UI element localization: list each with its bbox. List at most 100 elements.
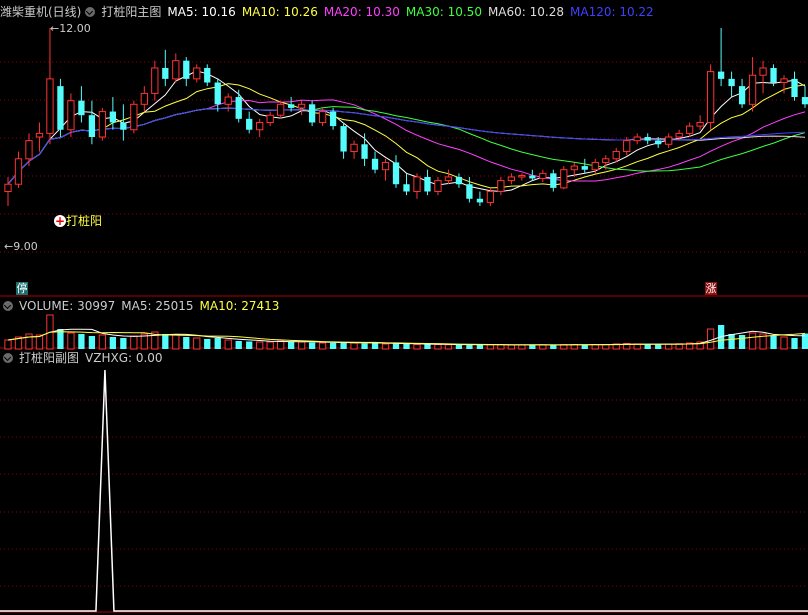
- volume-ma10: MA10: 27413: [199, 299, 280, 313]
- candle-body: [392, 162, 400, 185]
- volume-bar: [204, 339, 211, 349]
- candle-body: [529, 175, 536, 179]
- ma10-label: MA10: 10.26: [241, 5, 318, 19]
- volume-bar: [287, 341, 295, 349]
- volume-bar: [550, 345, 557, 349]
- volume-bar: [413, 344, 421, 350]
- signal-label: 打桩阳: [66, 214, 103, 228]
- candle-body: [455, 176, 463, 185]
- volume-bar: [706, 328, 715, 350]
- sub-dropdown-icon[interactable]: [3, 353, 13, 363]
- volume-bar: [67, 332, 75, 350]
- candle-body: [539, 172, 547, 179]
- volume-bar: [455, 344, 463, 349]
- volume-bar: [518, 344, 526, 350]
- volume-bar: [403, 344, 410, 349]
- volume-bar: [444, 344, 453, 350]
- volume-bar: [361, 343, 368, 349]
- volume-bar: [25, 333, 33, 350]
- stock-name: 潍柴重机(日线): [0, 5, 82, 19]
- candle-body: [685, 125, 694, 134]
- volume-ma10-line: [7, 331, 806, 346]
- volume-bar: [277, 340, 285, 350]
- candle-body: [329, 111, 337, 127]
- volume-bar: [235, 341, 242, 349]
- candle-body: [570, 165, 578, 171]
- candle-body: [706, 71, 715, 123]
- sub-signal-line: [0, 369, 808, 612]
- candle-body: [633, 136, 641, 142]
- candle-body: [748, 74, 757, 105]
- volume-bar: [486, 344, 495, 350]
- candle-body: [444, 176, 453, 182]
- main-panel-header: 潍柴重机(日线) 打桩阳主图 MA5: 10.16 MA10: 10.26 MA20: …: [0, 4, 660, 20]
- candle-body: [623, 140, 631, 153]
- volume-dropdown-icon[interactable]: [3, 301, 13, 311]
- candle-body: [497, 180, 505, 193]
- candle-body: [413, 176, 421, 192]
- volume-bar: [424, 344, 431, 349]
- volume-bar: [529, 345, 536, 349]
- candle-body: [361, 144, 368, 159]
- volume-bar: [748, 332, 757, 350]
- candle-body: [14, 158, 23, 185]
- volume-bar: [381, 343, 390, 350]
- volume-bar: [4, 339, 12, 350]
- candle-body: [644, 137, 651, 141]
- volume-bar: [130, 335, 138, 350]
- volume-bar: [329, 343, 337, 349]
- candle-body: [591, 161, 599, 171]
- candle-body: [791, 78, 798, 98]
- volume-bar: [655, 344, 662, 349]
- candle-body: [518, 175, 526, 178]
- candle-body: [130, 103, 138, 131]
- candle-body: [46, 78, 54, 134]
- candle-body: [98, 111, 107, 138]
- ma20-line: [7, 99, 806, 185]
- volume-bar: [98, 334, 107, 350]
- volume-panel-header: VOLUME: 30997 MA5: 25015 MA10: 27413: [0, 298, 285, 314]
- candle-body: [246, 118, 253, 130]
- candle-body: [35, 132, 44, 138]
- ma30-label: MA30: 10.50: [405, 5, 482, 19]
- volume-bar: [266, 341, 274, 350]
- volume-bar: [728, 334, 735, 349]
- volume-bar: [246, 341, 253, 349]
- candle-body: [297, 103, 306, 109]
- volume-bar: [791, 338, 798, 349]
- indicator-dropdown-icon[interactable]: [85, 7, 96, 17]
- candle-body: [235, 97, 242, 119]
- candle-body: [466, 184, 473, 199]
- ma120-label: MA120: 10.22: [570, 5, 654, 19]
- candle-body: [109, 111, 117, 123]
- volume-bar: [476, 345, 484, 349]
- ma60-label: MA60: 10.28: [487, 5, 564, 19]
- candle-body: [266, 114, 274, 123]
- candle-body: [350, 143, 358, 153]
- volume-bar: [507, 344, 516, 350]
- badge-suspend: 停: [16, 282, 28, 295]
- candle-body: [486, 191, 495, 203]
- volume-bar: [78, 334, 85, 349]
- candle-body: [140, 92, 148, 105]
- candle-body: [88, 115, 96, 137]
- low-price-label: ←9.00: [4, 240, 38, 253]
- volume-bar: [183, 337, 190, 349]
- volume-bar: [297, 341, 306, 350]
- volume-bar: [392, 343, 400, 349]
- volume-bar: [318, 342, 327, 350]
- candle-body: [371, 158, 379, 170]
- ma20-label: MA20: 10.30: [323, 5, 400, 19]
- signal-marker: +打桩阳: [54, 212, 102, 229]
- volume-bar: [581, 344, 588, 349]
- candle-body: [224, 96, 232, 105]
- candle-body: [801, 97, 808, 105]
- volume-bar: [340, 342, 347, 349]
- volume-bar: [193, 337, 201, 350]
- candle-body: [287, 104, 295, 108]
- candle-body: [560, 169, 568, 189]
- candle-body: [78, 100, 85, 116]
- candle-body: [277, 103, 285, 116]
- candle-body: [550, 173, 557, 188]
- volume-bar: [780, 336, 788, 350]
